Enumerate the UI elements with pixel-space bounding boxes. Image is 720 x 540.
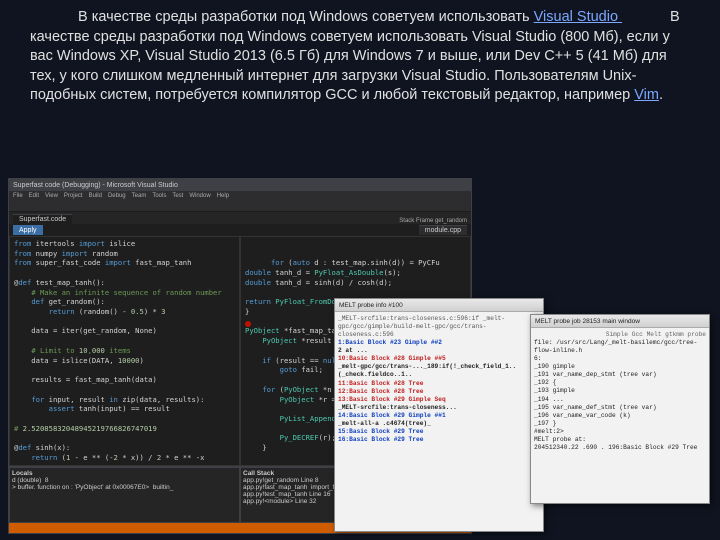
melt-probe-window-1: MELT probe info #100 _MELT-srcfile:trans… — [334, 298, 544, 532]
editor-left[interactable]: from itertools import islice from numpy … — [9, 236, 240, 466]
melt2-row: _192 { — [534, 379, 706, 387]
locals-panel: Locals d (double) 8 > buffer. function o… — [9, 467, 240, 523]
screenshots-area: Superfast code (Debugging) - Microsoft V… — [8, 178, 712, 534]
slide-paragraph: В качестве среды разработки под Windows … — [0, 0, 720, 106]
menu-file[interactable]: File — [13, 193, 23, 199]
melt2-row: _197 } — [534, 420, 706, 428]
melt1-row: 10:Basic Block #28 Gimple ##5 — [338, 355, 540, 363]
melt2-row: _191 var_name_dep_stmt (tree var) — [534, 371, 706, 379]
melt1-row: 16:Basic Block #29 Tree — [338, 436, 540, 444]
apply-button[interactable]: Apply — [13, 225, 43, 235]
melt1-row: 15:Basic Block #29 Tree — [338, 428, 540, 436]
melt2-row: 6: — [534, 355, 706, 363]
melt1-row: 2 at ... — [338, 347, 540, 355]
tab-right[interactable]: module.cpp — [419, 225, 467, 235]
menu-window[interactable]: Window — [189, 193, 210, 199]
melt1-row: 12:Basic Block #28 Tree — [338, 388, 540, 396]
menu-view[interactable]: View — [45, 193, 58, 199]
melt2-row: _193 gimple — [534, 387, 706, 395]
menu-edit[interactable]: Edit — [29, 193, 39, 199]
menu-debug[interactable]: Debug — [108, 193, 126, 199]
melt1-row: 14:Basic Block #29 Gimple ##1 — [338, 412, 540, 420]
vs-apply-bar: Apply module.cpp — [9, 224, 471, 236]
melt2-titlebar: MELT probe job 28153 main window — [531, 315, 709, 328]
melt-probe-window-2: MELT probe job 28153 main window Simple … — [530, 314, 710, 504]
melt1-body: _MELT-srcfile:trans-closeness.c:596:if _… — [335, 312, 543, 447]
link-visual-studio[interactable]: Visual Studio — [534, 9, 622, 25]
menu-project[interactable]: Project — [64, 193, 83, 199]
menu-tools[interactable]: Tools — [152, 193, 166, 199]
vs-tabs: Superfast.code Stack Frame get_random — [9, 212, 471, 224]
melt2-row: 204512340.22 .690 . 196:Basic Block #29 … — [534, 444, 706, 452]
menu-test[interactable]: Test — [172, 193, 183, 199]
melt2-row: MELT probe at: — [534, 436, 706, 444]
melt1-header: _MELT-srcfile:trans-closeness.c:596:if _… — [338, 315, 540, 339]
melt2-row: #melt:2> — [534, 428, 706, 436]
sentence-1c: . — [659, 87, 663, 103]
error-breakpoint-icon — [245, 321, 251, 327]
vs-menubar: File Edit View Project Build Debug Team Tools Te… — [9, 191, 471, 201]
melt2-row: _195 var_name_def_stmt (tree var) — [534, 404, 706, 412]
sentence-1a: В качестве среды разработки под Windows … — [78, 9, 534, 25]
melt2-row: _190 gimple — [534, 363, 706, 371]
melt1-row: 1:Basic Block #23 Gimple ##2 — [338, 339, 540, 347]
melt1-row: 13:Basic Block #29 Gimple Seq — [338, 396, 540, 404]
melt1-row: _melt-all-a .c4674(tree)_ — [338, 420, 540, 428]
melt1-titlebar: MELT probe info #100 — [335, 299, 543, 312]
vs-titlebar: Superfast code (Debugging) - Microsoft V… — [9, 179, 471, 191]
menu-build[interactable]: Build — [89, 193, 102, 199]
tab-left[interactable]: Superfast.code — [13, 214, 72, 224]
link-vim[interactable]: Vim — [634, 87, 659, 103]
melt2-row: file: /usr/src/Lang/_melt-basilemc/gcc/t… — [534, 339, 706, 355]
melt1-row: _melt-gpc/gcc/trans-..._189:if(!_check_f… — [338, 363, 540, 379]
vs-toolbar — [9, 201, 471, 212]
melt1-row: 11:Basic Block #28 Tree — [338, 380, 540, 388]
melt2-subtitle: Simple Gcc Melt gtkmm probe — [534, 331, 706, 339]
melt2-body: Simple Gcc Melt gtkmm probe file: /usr/s… — [531, 328, 709, 455]
melt2-row: _194 ... — [534, 396, 706, 404]
menu-help[interactable]: Help — [217, 193, 229, 199]
melt1-row: _MELT-srcfile:trans-closeness... — [338, 404, 540, 412]
menu-team[interactable]: Team — [132, 193, 147, 199]
melt2-row: _196 var_name_var_code (k) — [534, 412, 706, 420]
